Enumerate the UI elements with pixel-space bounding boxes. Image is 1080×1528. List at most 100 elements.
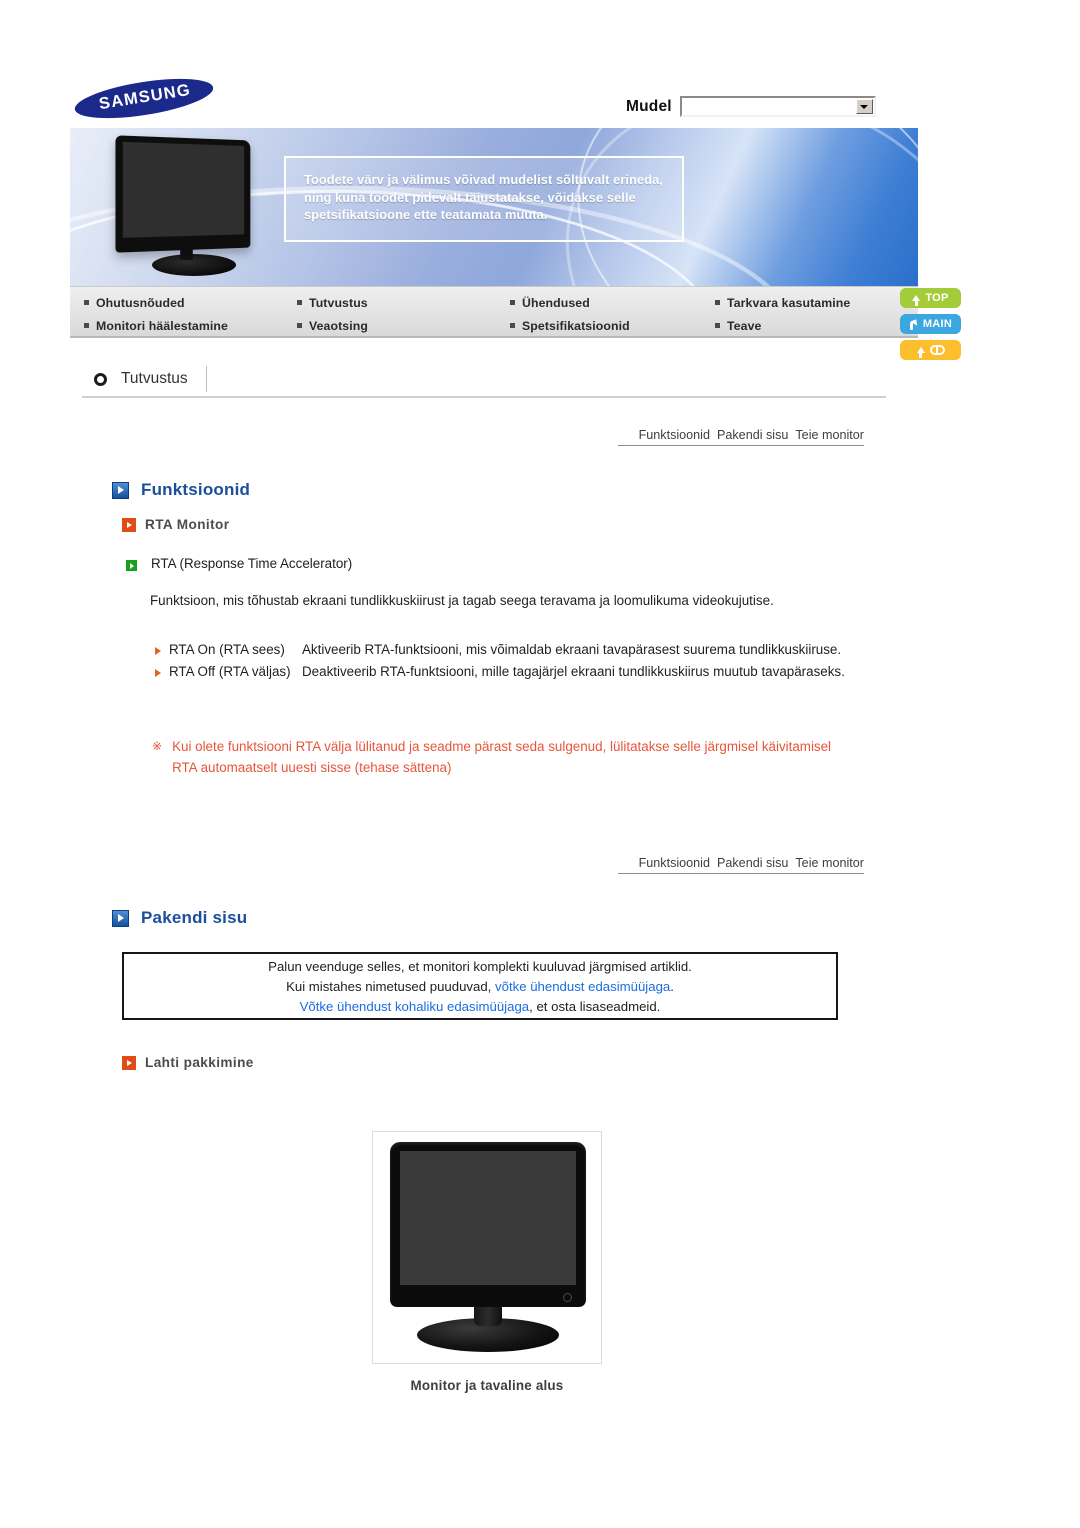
rta-option-term: RTA Off (RTA väljas) xyxy=(169,664,291,679)
rta-title-text: RTA (Response Time Accelerator) xyxy=(151,556,353,571)
bullet-icon xyxy=(297,300,302,305)
bullet-icon xyxy=(715,323,720,328)
banner-notice-text: Toodete värv ja välimus võivad mudelist … xyxy=(304,172,664,222)
banner-monitor-base xyxy=(152,254,236,276)
arrow-up-icon xyxy=(916,347,925,358)
rta-option-row: RTA Off (RTA väljas) Deaktiveerib RTA-fu… xyxy=(155,662,885,682)
heading-pakendi-sisu-label: Pakendi sisu xyxy=(141,908,248,927)
arrow-bent-icon xyxy=(909,319,918,330)
main-button[interactable]: MAIN xyxy=(900,314,961,334)
subnav-top: Funktsioonid Pakendi sisu Teie monitor xyxy=(618,418,864,446)
heading-funktsioonid: Funktsioonid xyxy=(112,480,250,500)
rta-option-term: RTA On (RTA sees) xyxy=(169,642,285,657)
rta-option-row: RTA On (RTA sees) Aktiveerib RTA-funktsi… xyxy=(155,640,885,660)
package-box-line-3-suffix: , et osta lisaseadmeid. xyxy=(529,998,661,1014)
nav-item-label: Veaotsing xyxy=(309,318,368,333)
model-selector: Mudel xyxy=(626,96,876,117)
nav-item-uhendused[interactable]: Ühendused xyxy=(510,296,715,310)
hero-banner: Toodete värv ja välimus võivad mudelist … xyxy=(70,128,918,286)
nav-item-ohutusnouded[interactable]: Ohutusnõuded xyxy=(84,296,297,310)
arrow-right-blue-icon xyxy=(112,481,129,499)
nav-item-teave[interactable]: Teave xyxy=(715,319,904,333)
monitor-illustration xyxy=(390,1142,586,1354)
banner-monitor-image xyxy=(108,135,268,280)
heading-lahti-pakkimine-label: Lahti pakkimine xyxy=(145,1055,254,1070)
subnav-link-funktsioonid[interactable]: Funktsioonid xyxy=(639,856,710,870)
asterisk-mark-icon: ※ xyxy=(152,739,163,753)
rta-options-list: RTA On (RTA sees) Aktiveerib RTA-funktsi… xyxy=(155,640,885,684)
heading-pakendi-sisu: Pakendi sisu xyxy=(112,908,247,928)
dealer-contact-link[interactable]: võtke ühendust edasimüüjaga xyxy=(495,979,670,994)
package-box-line-2: Kui mistahes nimetused puuduvad, võtke ü… xyxy=(286,977,674,996)
banner-notice-box: Toodete värv ja välimus võivad mudelist … xyxy=(284,156,684,242)
subnav-link-pakendi-sisu[interactable]: Pakendi sisu xyxy=(717,856,788,870)
nav-item-tarkvara-kasutamine[interactable]: Tarkvara kasutamine xyxy=(715,296,904,310)
top-button[interactable]: TOP xyxy=(900,288,961,308)
nav-item-spetsifikatsioonid[interactable]: Spetsifikatsioonid xyxy=(510,319,715,333)
nav-item-veaotsing[interactable]: Veaotsing xyxy=(297,319,510,333)
chevron-down-icon[interactable] xyxy=(855,99,873,114)
package-box-line-2-suffix: . xyxy=(670,978,674,994)
package-box-line-3: Võtke ühendust kohaliku edasimüüjaga, et… xyxy=(300,997,661,1016)
rta-description: Funktsioon, mis tõhustab ekraani tundlik… xyxy=(150,593,774,608)
local-dealer-contact-link[interactable]: Võtke ühendust kohaliku edasimüüjaga xyxy=(300,999,529,1014)
subnav-link-pakendi-sisu[interactable]: Pakendi sisu xyxy=(717,428,788,442)
triangle-bullet-icon xyxy=(155,669,161,677)
arrow-right-blue-icon xyxy=(112,909,129,927)
bullet-icon xyxy=(84,323,89,328)
heading-lahti-pakkimine: Lahti pakkimine xyxy=(122,1055,254,1070)
nav-item-label: Tutvustus xyxy=(309,295,368,310)
power-button-icon xyxy=(563,1293,572,1302)
package-contents-box: Palun veenduge selles, et monitori kompl… xyxy=(122,952,838,1020)
side-button-group: TOP MAIN xyxy=(900,288,970,366)
back-to-index-button[interactable] xyxy=(900,340,961,360)
model-dropdown[interactable] xyxy=(679,96,876,117)
section-tab-bar: Tutvustus xyxy=(82,362,886,398)
ring-icon xyxy=(94,372,107,386)
rta-note: ※ Kui olete funktsiooni RTA välja lülita… xyxy=(152,736,852,778)
model-label: Mudel xyxy=(626,97,672,115)
bullet-icon xyxy=(510,323,515,328)
book-icon xyxy=(929,345,945,355)
bullet-icon xyxy=(297,323,302,328)
bullet-icon xyxy=(510,300,515,305)
arrow-right-orange-icon xyxy=(122,517,136,532)
top-button-label: TOP xyxy=(925,292,949,304)
heading-rta-monitor-label: RTA Monitor xyxy=(145,517,230,532)
banner-monitor-screen xyxy=(122,141,245,238)
samsung-logo: SAMSUNG xyxy=(70,71,218,126)
subnav-bottom: Funktsioonid Pakendi sisu Teie monitor xyxy=(618,846,864,874)
arrow-up-icon xyxy=(912,295,921,306)
subnav-link-teie-monitor[interactable]: Teie monitor xyxy=(795,428,864,442)
triangle-bullet-icon xyxy=(155,647,161,655)
rta-option-definition: Deaktiveerib RTA-funktsiooni, mille taga… xyxy=(302,664,845,679)
main-navigation: Ohutusnõuded Tutvustus Ühendused Tarkvar… xyxy=(70,286,918,338)
package-box-line-1: Palun veenduge selles, et monitori kompl… xyxy=(268,958,692,974)
rta-title-row: RTA (Response Time Accelerator) xyxy=(126,556,352,571)
rta-option-definition: Aktiveerib RTA-funktsiooni, mis võimalda… xyxy=(302,642,842,657)
nav-item-label: Ühendused xyxy=(522,295,590,310)
figure-caption: Monitor ja tavaline alus xyxy=(410,1378,564,1393)
banner-monitor-body xyxy=(115,135,251,253)
package-box-line-2-prefix: Kui mistahes nimetused puuduvad, xyxy=(286,978,496,994)
bullet-icon xyxy=(715,300,720,305)
arrow-right-green-icon xyxy=(126,560,137,571)
main-button-label: MAIN xyxy=(922,318,953,330)
nav-item-monitori-haalestamine[interactable]: Monitori häälestamine xyxy=(84,319,297,333)
arrow-right-orange-icon xyxy=(122,1055,136,1070)
heading-funktsioonid-label: Funktsioonid xyxy=(141,480,251,499)
monitor-screen xyxy=(400,1151,576,1285)
subnav-link-teie-monitor[interactable]: Teie monitor xyxy=(795,856,864,870)
nav-item-label: Spetsifikatsioonid xyxy=(522,318,630,333)
nav-item-label: Monitori häälestamine xyxy=(96,318,228,333)
subnav-link-funktsioonid[interactable]: Funktsioonid xyxy=(639,428,710,442)
nav-item-label: Teave xyxy=(727,318,762,333)
nav-item-label: Ohutusnõuded xyxy=(96,295,185,310)
nav-item-tutvustus[interactable]: Tutvustus xyxy=(297,296,510,310)
nav-item-label: Tarkvara kasutamine xyxy=(727,295,851,310)
manual-page: SAMSUNG Mudel Toodete värv ja välimus võ… xyxy=(0,0,1080,1528)
section-tab-label: Tutvustus xyxy=(121,366,207,392)
page-header: SAMSUNG Mudel xyxy=(70,71,970,126)
heading-rta-monitor: RTA Monitor xyxy=(122,517,229,532)
monitor-body xyxy=(390,1142,586,1307)
